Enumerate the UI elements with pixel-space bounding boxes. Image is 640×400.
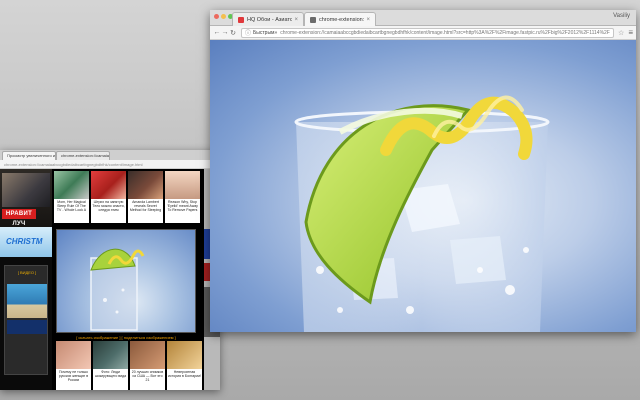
ad-image xyxy=(167,341,202,369)
left-column-photo[interactable] xyxy=(2,173,50,207)
ad-text: Невероятная история в Болгарии! xyxy=(168,370,202,378)
ad-card[interactable]: Фото: Люди шокирующего вида xyxy=(93,341,128,390)
gin-tonic-illustration xyxy=(294,95,550,332)
left-column-badge[interactable]: НРАВИТ ЛУЧ xyxy=(2,209,36,227)
ad-text: Почему не только русских женщин в России xyxy=(58,370,89,382)
ad-image xyxy=(54,171,89,199)
left-widget-label[interactable]: [ ВИДЕО ] xyxy=(7,270,47,275)
back-tabstrip: Просмотр увеличенного и chrome-extension… xyxy=(0,150,220,160)
menu-icon[interactable]: ≡ xyxy=(628,28,633,37)
left-widget-box: [ ВИДЕО ] xyxy=(4,265,48,375)
back-tab-2[interactable]: chrome-extension://camaiab xyxy=(56,151,110,160)
page-info-icon[interactable]: ⓘ xyxy=(245,29,251,37)
profile-name[interactable]: Vasiliy xyxy=(613,13,630,19)
image-viewport[interactable] xyxy=(210,40,636,332)
front-browser-window[interactable]: HQ Обои - Азиатская кухн × chrome-extens… xyxy=(210,10,636,332)
tab-hq-oboi[interactable]: HQ Обои - Азиатская кухн × xyxy=(232,12,304,26)
ad-image xyxy=(128,171,163,199)
ad-text: Фото: Люди шокирующего вида xyxy=(94,370,127,378)
tabstrip: HQ Обои - Азиатская кухн × chrome-extens… xyxy=(210,10,636,26)
ad-card[interactable]: 20 лучших снимков из США — Вот это 21 xyxy=(130,341,165,390)
ad-text: Amanda Lambert reveals Secret Method for… xyxy=(129,200,162,212)
reload-icon[interactable]: ↻ xyxy=(229,29,237,37)
gin-tonic-photo xyxy=(210,40,636,332)
ad-image xyxy=(56,341,91,369)
ad-image xyxy=(91,171,126,199)
ad-text: Reason Why, Stop 'Eyelid' meant Away To … xyxy=(167,200,198,212)
toolbar: ← → ↻ ⓘ Быстрым» chrome-extension://cama… xyxy=(210,26,636,40)
ads-row-top: Mom, Her Magical Sleep Rule Of The TV - … xyxy=(54,169,202,225)
back-page-content: НРАВИТ ЛУЧ CHRISTM [ ВИДЕО ] Mom, Her Ma… xyxy=(0,169,220,390)
bookmark-star-icon[interactable]: ☆ xyxy=(618,29,624,37)
dark-thumbnail[interactable] xyxy=(7,320,47,334)
favicon-icon xyxy=(238,16,244,23)
ad-card[interactable]: Amanda Lambert reveals Secret Method for… xyxy=(128,171,163,223)
tab-label: chrome-extension://camaiab xyxy=(319,16,364,23)
image-preview[interactable] xyxy=(56,229,196,333)
ad-card[interactable]: Mom, Her Magical Sleep Rule Of The TV - … xyxy=(54,171,89,223)
christmas-banner[interactable]: CHRISTM xyxy=(0,227,52,257)
favicon-icon xyxy=(310,16,316,23)
image-actions-caption[interactable]: [ скачать изображение ] [ поделиться изо… xyxy=(56,335,196,340)
ad-image xyxy=(93,341,128,369)
back-browser-window[interactable]: Просмотр увеличенного и chrome-extension… xyxy=(0,150,220,390)
ad-text: Mom, Her Magical Sleep Rule Of The TV - … xyxy=(56,200,87,212)
christmas-banner-text: CHRISTM xyxy=(6,237,43,246)
ad-image xyxy=(130,341,165,369)
address-bar[interactable]: ⓘ Быстрым» chrome-extension://camaiaabcc… xyxy=(241,27,615,38)
ad-card[interactable]: Reason Why, Stop 'Eyelid' meant Away To … xyxy=(165,171,200,223)
tab-chrome-extension[interactable]: chrome-extension://camaiab × xyxy=(304,12,376,26)
left-column: НРАВИТ ЛУЧ CHRISTM [ ВИДЕО ] xyxy=(0,169,52,390)
address-url[interactable]: chrome-extension://camaiaabccgbdiedaibca… xyxy=(280,30,610,36)
back-arrow-icon[interactable]: ← xyxy=(213,29,221,36)
tab-label: HQ Обои - Азиатская кухн xyxy=(247,16,293,23)
minimize-window-icon[interactable] xyxy=(221,14,226,19)
glass-thumbnail-illustration xyxy=(90,248,145,331)
ad-card[interactable]: Почему не только русских женщин в России xyxy=(56,341,91,390)
ads-row-bottom: Почему не только русских женщин в России… xyxy=(56,341,202,390)
back-address-bar[interactable]: chrome-extension://camaiaabccgbdiedaibca… xyxy=(0,160,220,169)
close-window-icon[interactable] xyxy=(214,14,219,19)
extension-badge[interactable]: Быстрым» xyxy=(253,30,277,36)
ad-card[interactable]: Штрих на запятую Тело можно спасти, след… xyxy=(91,171,126,223)
back-tab-1[interactable]: Просмотр увеличенного и xyxy=(2,151,56,160)
forward-arrow-icon[interactable]: → xyxy=(221,29,229,36)
ad-text: Штрих на запятую Тело можно спасти, след… xyxy=(92,200,125,212)
tab-close-icon[interactable]: × xyxy=(294,17,298,23)
ad-card[interactable]: Невероятная история в Болгарии! xyxy=(167,341,202,390)
beach-thumbnail[interactable] xyxy=(7,284,47,318)
ad-text: 20 лучших снимков из США — Вот это 21 xyxy=(131,370,164,382)
tab-close-icon[interactable]: × xyxy=(366,17,370,23)
window-controls xyxy=(214,14,233,19)
left-column-top: НРАВИТ ЛУЧ xyxy=(0,169,52,227)
ad-image xyxy=(165,171,200,199)
